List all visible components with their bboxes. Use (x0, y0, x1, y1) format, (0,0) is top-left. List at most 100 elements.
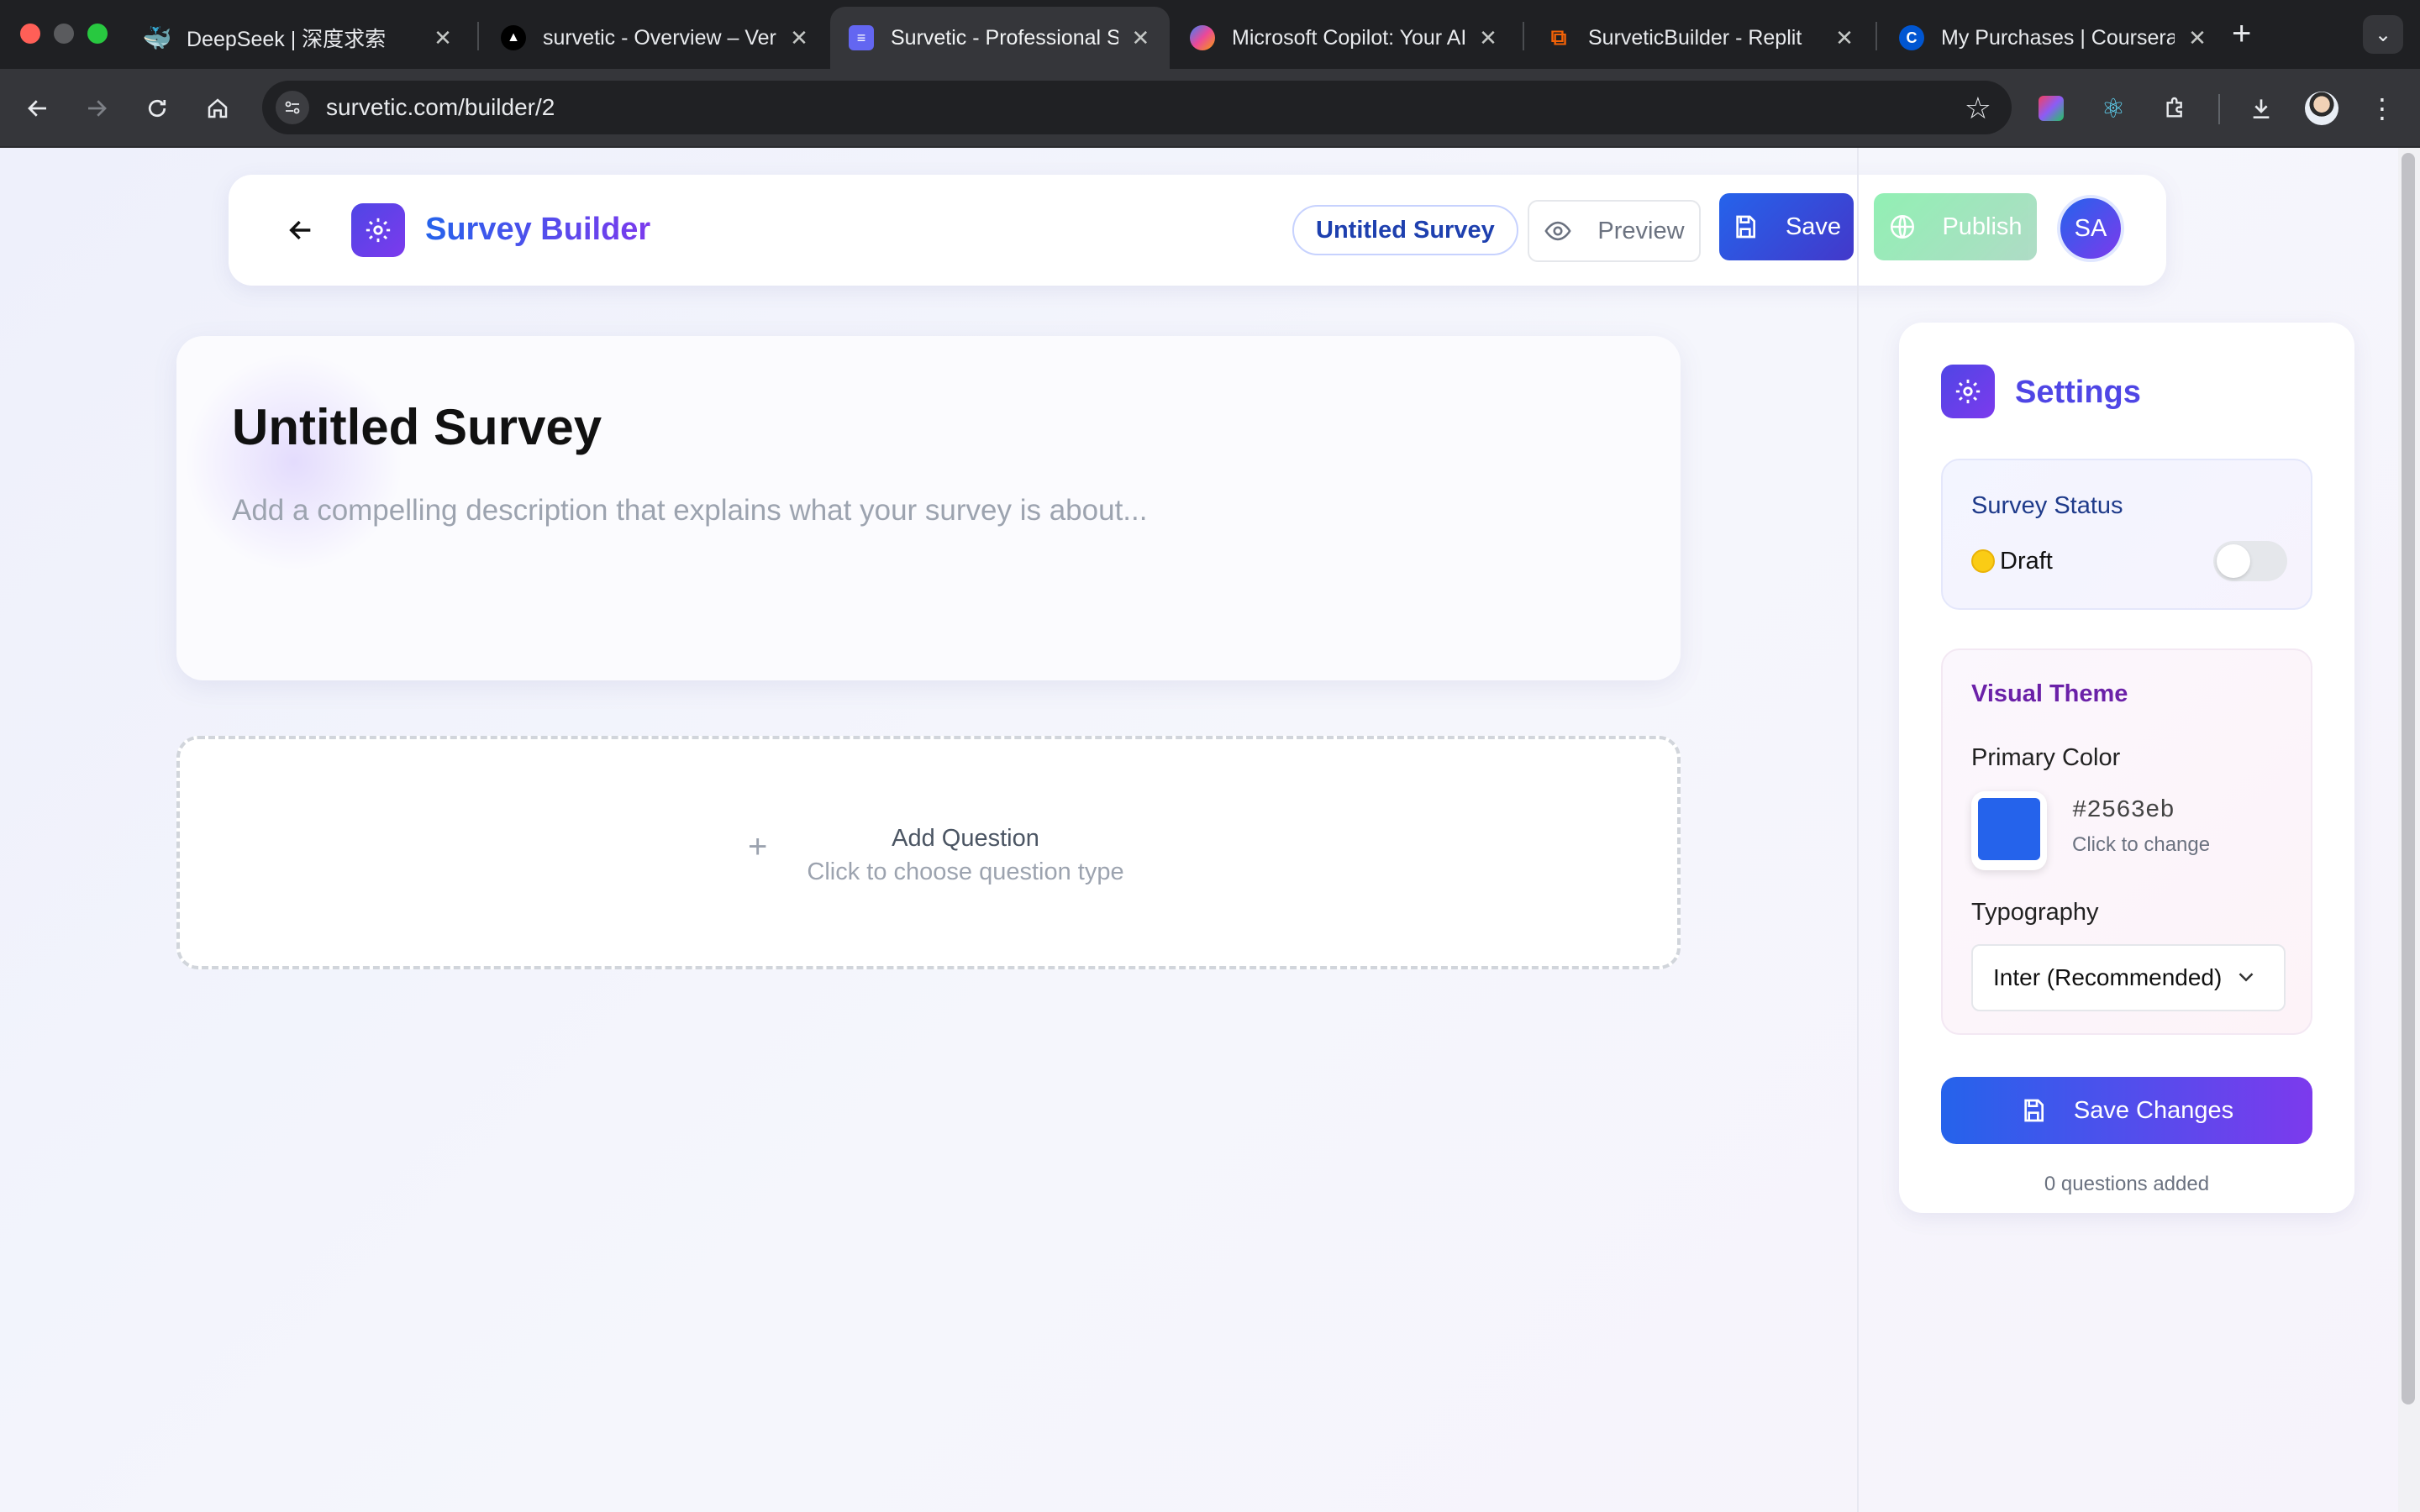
builder-header: Survey Builder Untitled Survey Preview S… (229, 175, 2166, 286)
typography-value: Inter (Recommended) (1993, 964, 2223, 990)
primary-color-hex: #2563eb (2072, 796, 2175, 824)
download-icon[interactable] (2242, 89, 2281, 128)
toolbar-separator (2218, 94, 2220, 124)
decorative-glow (185, 353, 403, 571)
forward-button[interactable] (76, 87, 118, 129)
colorful-extension-icon[interactable] (2032, 89, 2070, 128)
home-icon (208, 98, 228, 118)
tab-close-icon[interactable]: ✕ (1130, 25, 1151, 51)
profile-avatar-icon[interactable] (2302, 89, 2341, 128)
window-zoom-button[interactable] (87, 24, 108, 44)
tab-title: My Purchases | Coursera (1941, 25, 2175, 50)
browser-menu-icon[interactable]: ⋮ (2363, 89, 2402, 128)
tab-separator (477, 22, 479, 50)
browser-tab-bar: 🐳 DeepSeek | 深度求索 ✕ ▲ survetic - Overvie… (0, 0, 2420, 69)
draft-status-dot-icon (1971, 549, 1995, 573)
primary-color-hint: Click to change (2072, 833, 2211, 856)
window-close-button[interactable] (20, 24, 40, 44)
publish-status-toggle[interactable] (2213, 541, 2287, 581)
tab-close-icon[interactable]: ✕ (2186, 25, 2208, 51)
chevron-down-icon (2238, 973, 2254, 982)
browser-tab-copilot[interactable]: Microsoft Copilot: Your AI ✕ (1171, 7, 1518, 69)
page-title: Survey Builder (425, 212, 651, 247)
questions-count: 0 questions added (2044, 1173, 2210, 1195)
form-icon: ≡ (849, 25, 874, 50)
gear-icon (351, 203, 405, 257)
save-changes-label: Save Changes (2073, 1096, 2234, 1124)
globe-icon (1891, 214, 1915, 239)
page-scrollbar[interactable] (2398, 148, 2420, 1512)
tab-search-button[interactable]: ⌄ (2363, 15, 2403, 54)
typography-label: Typography (1971, 899, 2099, 926)
floppy-disk-icon (2024, 1099, 2044, 1122)
reload-icon (148, 99, 166, 118)
sidebar-divider (1857, 148, 1859, 1512)
browser-tab-replit[interactable]: ⧉ SurveticBuilder - Replit ✕ (1528, 7, 1874, 69)
publish-label: Publish (1942, 213, 2023, 240)
save-label: Save (1785, 213, 1842, 240)
survey-status-section: Survey Status Draft (1941, 459, 2312, 610)
tab-separator (1523, 22, 1524, 50)
settings-panel: Settings Survey Status Draft Visual Them… (1899, 323, 2354, 1213)
eye-icon (1544, 221, 1572, 241)
tab-title: Survetic - Professional Survey (891, 25, 1118, 50)
tab-close-icon[interactable]: ✕ (788, 25, 810, 51)
back-arrow-icon[interactable] (279, 208, 323, 252)
survey-title-input[interactable]: Untitled Survey (232, 398, 602, 456)
typography-select[interactable]: Inter (Recommended) (1971, 944, 2286, 1011)
survey-details-card: Untitled Survey Add a compelling descrip… (176, 336, 1681, 680)
add-question-label: Add Question (892, 825, 1039, 852)
scrollbar-thumb[interactable] (2402, 153, 2415, 1404)
new-tab-button[interactable]: + (2232, 15, 2251, 53)
tab-close-icon[interactable]: ✕ (1833, 25, 1855, 51)
reload-button[interactable] (136, 87, 178, 129)
survey-name-badge: Untitled Survey (1292, 205, 1518, 255)
url-text: survetic.com/builder/2 (326, 94, 555, 120)
tab-title: survetic - Overview – Vercel (543, 25, 776, 50)
preview-label: Preview (1597, 217, 1685, 244)
browser-tab-deepseek[interactable]: 🐳 DeepSeek | 深度求索 ✕ (126, 7, 472, 69)
browser-tab-survetic[interactable]: ≡ Survetic - Professional Survey ✕ (830, 7, 1170, 69)
visual-theme-section: Visual Theme Primary Color #2563eb Click… (1941, 648, 2312, 1035)
visual-theme-heading: Visual Theme (1971, 680, 2128, 707)
tab-title: SurveticBuilder - Replit (1588, 25, 1802, 50)
add-question-hint: Click to choose question type (807, 858, 1124, 885)
browser-tab-coursera[interactable]: C My Purchases | Coursera ✕ (1881, 7, 2227, 69)
gear-icon (1941, 365, 1995, 418)
tab-close-icon[interactable]: ✕ (1477, 25, 1499, 51)
tab-title: Microsoft Copilot: Your AI (1232, 25, 1466, 50)
vercel-triangle-icon: ▲ (501, 25, 526, 50)
tab-separator (1876, 22, 1877, 50)
toggle-knob (2217, 544, 2250, 578)
settings-title: Settings (2015, 375, 2141, 410)
status-value: Draft (2000, 548, 2053, 575)
browser-tab-vercel[interactable]: ▲ survetic - Overview – Vercel ✕ (482, 7, 829, 69)
browser-toolbar: survetic.com/builder/2 ☆ ⚛ ⋮ (0, 69, 2420, 148)
floppy-disk-icon (1736, 215, 1755, 239)
survey-description-input[interactable]: Add a compelling description that explai… (232, 494, 1147, 528)
preview-button[interactable]: Preview (1528, 200, 1701, 262)
home-button[interactable] (197, 87, 239, 129)
tab-title: DeepSeek | 深度求索 (187, 28, 387, 51)
copilot-icon (1190, 25, 1215, 50)
primary-color-label: Primary Color (1971, 744, 2121, 771)
primary-color-picker[interactable] (1971, 791, 2047, 870)
publish-button[interactable]: Publish (1874, 193, 2037, 260)
bookmark-star-icon[interactable]: ☆ (1965, 91, 1991, 126)
tab-close-icon[interactable]: ✕ (432, 25, 454, 51)
save-button[interactable]: Save (1719, 193, 1854, 260)
replit-icon: ⧉ (1550, 24, 1567, 50)
address-bar[interactable]: survetic.com/builder/2 ☆ (262, 81, 2012, 134)
add-question-button[interactable]: + Add Question Click to choose question … (176, 736, 1681, 969)
deepseek-whale-icon: 🐳 (142, 24, 172, 51)
site-settings-icon[interactable] (276, 91, 309, 124)
user-avatar[interactable]: SA (2057, 195, 2124, 262)
arrow-right-icon (88, 100, 107, 117)
react-devtools-icon[interactable]: ⚛ (2094, 89, 2133, 128)
arrow-left-icon (28, 100, 46, 117)
back-button[interactable] (17, 87, 59, 129)
save-changes-button[interactable]: Save Changes (1941, 1077, 2312, 1144)
survey-status-heading: Survey Status (1971, 492, 2123, 519)
window-minimize-button[interactable] (54, 24, 74, 44)
extensions-puzzle-icon[interactable] (2156, 89, 2195, 128)
